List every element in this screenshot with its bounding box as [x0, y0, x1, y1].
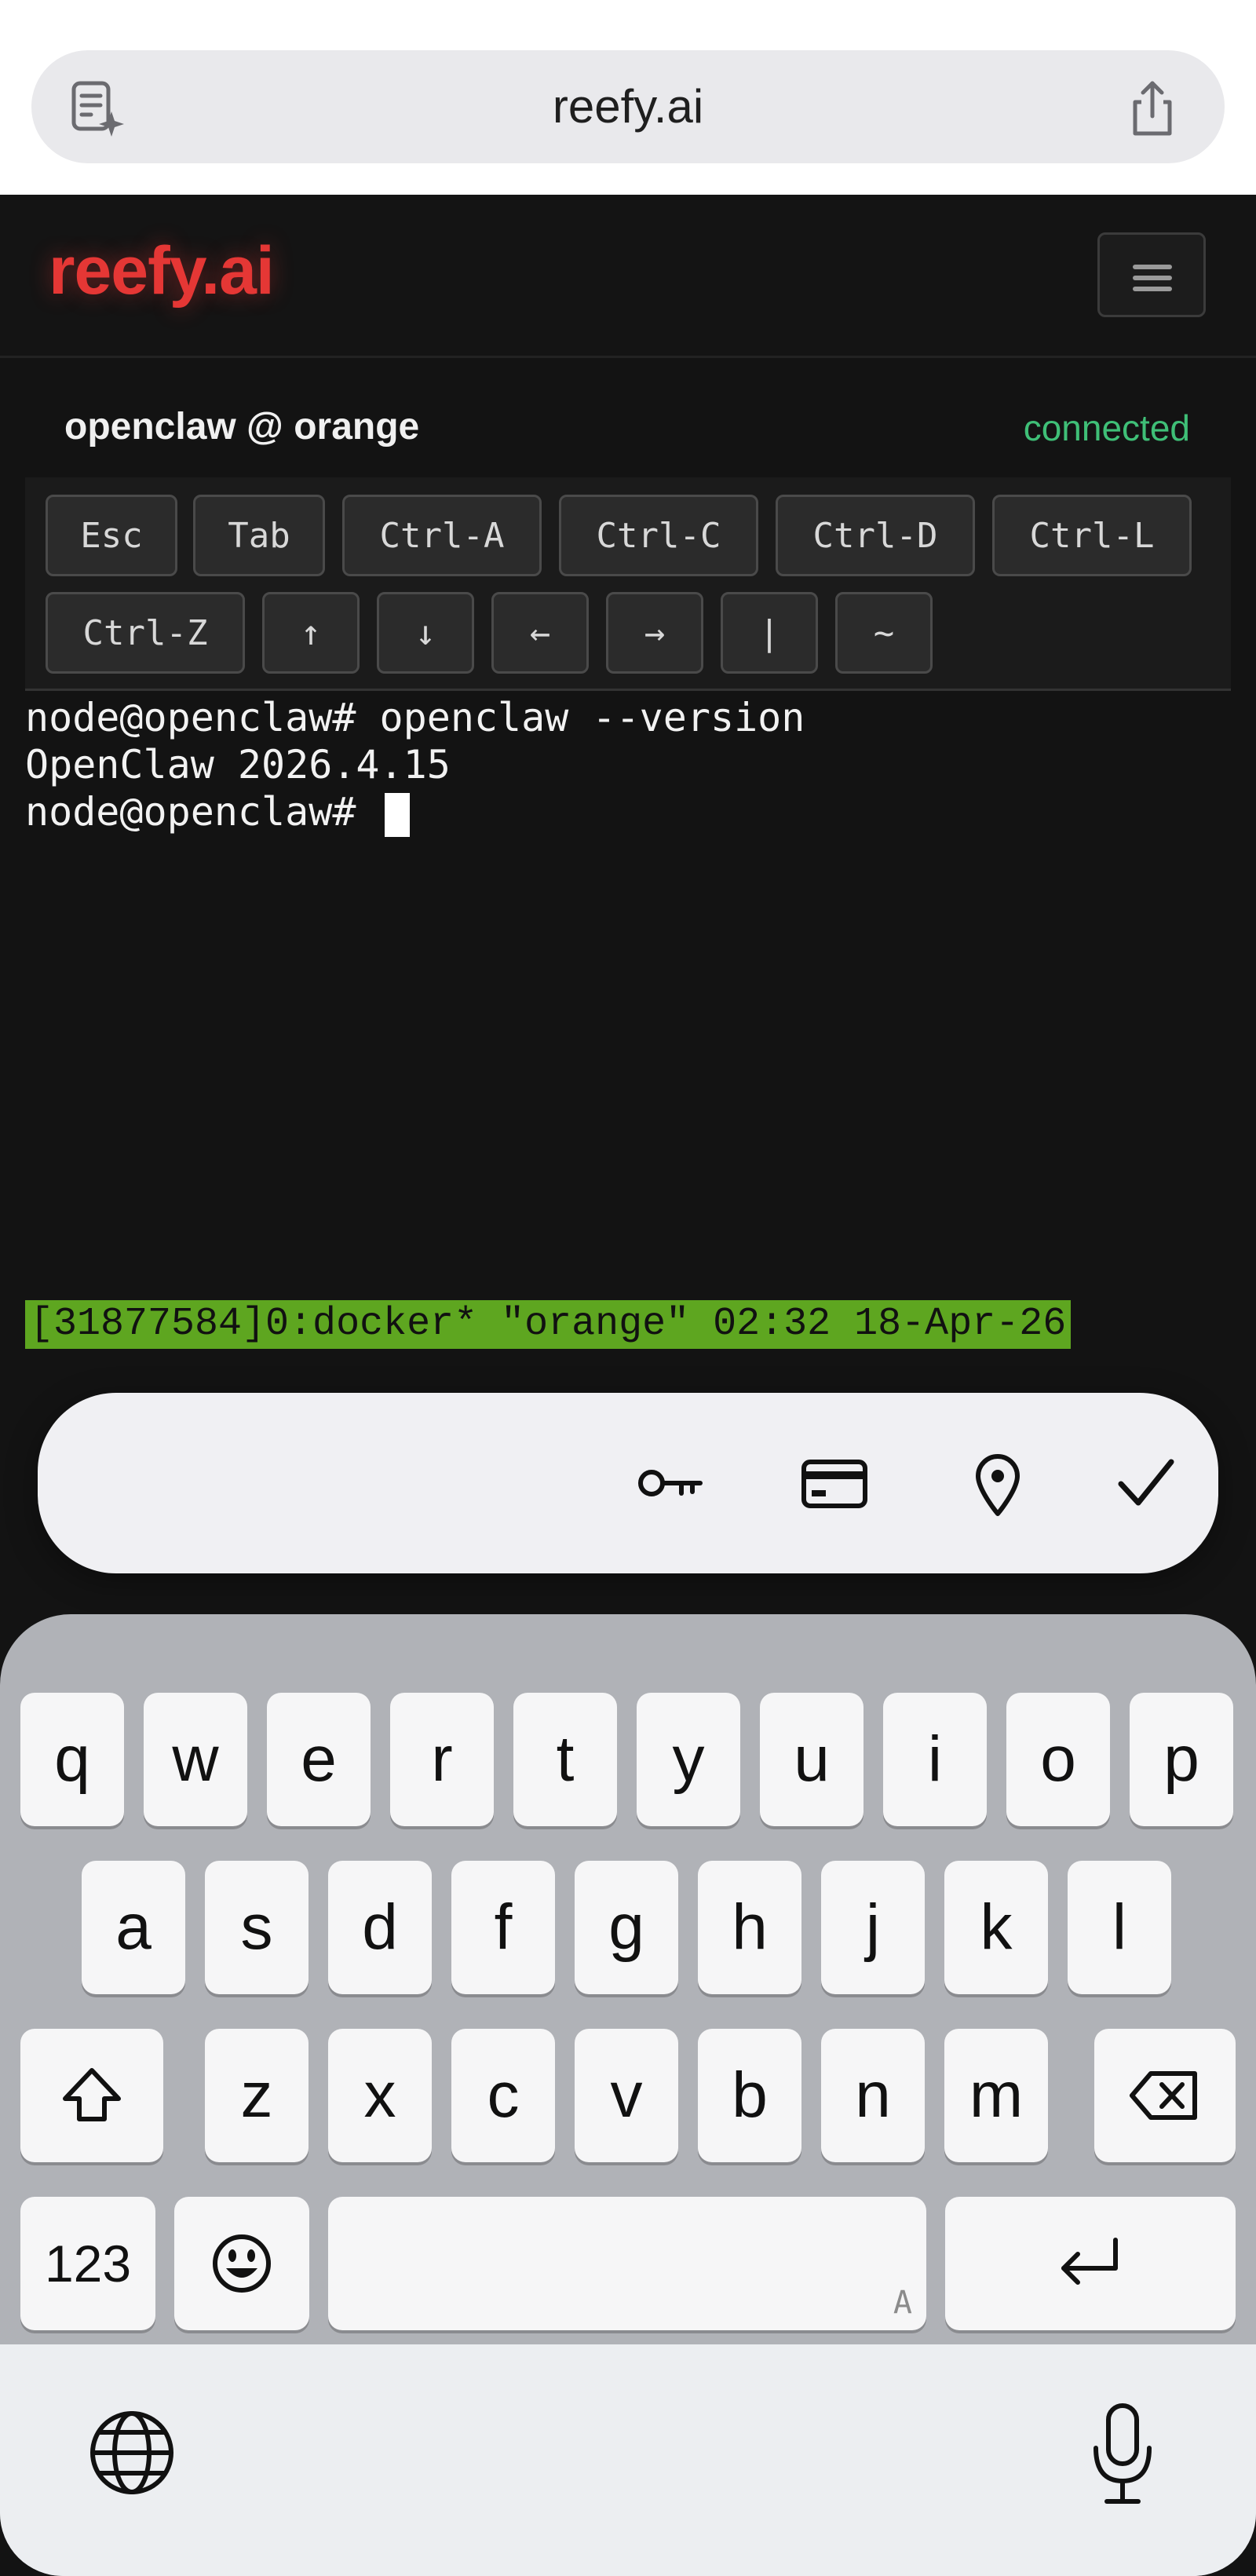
return-key[interactable] — [945, 2197, 1236, 2330]
ctrl-c-button[interactable]: Ctrl-C — [559, 495, 758, 576]
key-t[interactable]: t — [513, 1693, 617, 1826]
arrow-right-button[interactable]: → — [606, 592, 703, 674]
ctrl-l-button[interactable]: Ctrl-L — [992, 495, 1192, 576]
terminal-line: node@openclaw# openclaw --version — [25, 695, 805, 740]
key-p[interactable]: p — [1130, 1693, 1233, 1826]
special-keys-toolbar: Esc Tab Ctrl-A Ctrl-C Ctrl-D Ctrl-L Ctrl… — [25, 477, 1231, 691]
globe-icon[interactable] — [86, 2407, 177, 2498]
arrow-left-button[interactable]: ← — [491, 592, 589, 674]
microphone-icon[interactable] — [1083, 2399, 1162, 2509]
key-d[interactable]: d — [328, 1861, 432, 1994]
connection-status: connected — [1023, 407, 1190, 448]
key-r[interactable]: r — [390, 1693, 494, 1826]
backspace-icon — [1130, 2071, 1197, 2120]
terminal-output[interactable]: node@openclaw# openclaw --version OpenCl… — [25, 694, 1231, 837]
terminal-cursor — [384, 792, 410, 837]
delete-key[interactable] — [1094, 2029, 1236, 2162]
key-l[interactable]: l — [1068, 1861, 1171, 1994]
key-b[interactable]: b — [698, 2029, 801, 2162]
key-s[interactable]: s — [205, 1861, 309, 1994]
menu-button[interactable] — [1097, 232, 1206, 317]
key-z[interactable]: z — [205, 2029, 309, 2162]
autofill-bar — [38, 1393, 1218, 1573]
key-i[interactable]: i — [883, 1693, 987, 1826]
key-q[interactable]: q — [20, 1693, 124, 1826]
brand-logo[interactable]: reefy.ai — [49, 232, 275, 310]
key-f[interactable]: f — [451, 1861, 555, 1994]
session-title: openclaw @ orange — [64, 406, 420, 448]
key-icon[interactable] — [634, 1448, 705, 1518]
checkmark-icon[interactable] — [1110, 1448, 1181, 1518]
key-y[interactable]: y — [637, 1693, 740, 1826]
terminal-prompt: node@openclaw# — [25, 789, 380, 835]
hamburger-icon — [1133, 276, 1172, 280]
key-w[interactable]: w — [144, 1693, 247, 1826]
key-u[interactable]: u — [760, 1693, 864, 1826]
key-c[interactable]: c — [451, 2029, 555, 2162]
key-e[interactable]: e — [267, 1693, 371, 1826]
browser-toolbar: reefy.ai — [0, 0, 1256, 195]
key-h[interactable]: h — [698, 1861, 801, 1994]
key-n[interactable]: n — [821, 2029, 925, 2162]
ctrl-a-button[interactable]: Ctrl-A — [342, 495, 542, 576]
credit-card-icon[interactable] — [799, 1448, 870, 1518]
key-j[interactable]: j — [821, 1861, 925, 1994]
pipe-key-button[interactable]: | — [721, 592, 818, 674]
share-icon[interactable] — [1123, 79, 1182, 138]
arrow-down-button[interactable]: ↓ — [377, 592, 474, 674]
space-key-hint: A — [893, 2285, 912, 2321]
tab-key-button[interactable]: Tab — [193, 495, 325, 576]
site-header: reefy.ai — [0, 195, 1256, 358]
terminal-line: OpenClaw 2026.4.15 — [25, 742, 451, 787]
on-screen-keyboard: q w e r t y u i o p a s d f g h j k l z … — [0, 1614, 1256, 2576]
numbers-key[interactable]: 123 — [20, 2197, 155, 2330]
ctrl-z-button[interactable]: Ctrl-Z — [46, 592, 245, 674]
key-g[interactable]: g — [575, 1861, 678, 1994]
url-text[interactable]: reefy.ai — [31, 50, 1225, 163]
return-icon — [1061, 2238, 1118, 2285]
emoji-icon — [213, 2234, 271, 2293]
shift-key[interactable] — [20, 2029, 163, 2162]
space-key[interactable]: A — [328, 2197, 926, 2330]
hamburger-icon — [1133, 265, 1172, 269]
key-o[interactable]: o — [1006, 1693, 1110, 1826]
key-x[interactable]: x — [328, 2029, 432, 2162]
address-bar[interactable]: reefy.ai — [31, 50, 1225, 163]
tmux-status-bar: [31877584]0:docker* "orange" 02:32 18-Ap… — [25, 1300, 1072, 1349]
key-a[interactable]: a — [82, 1861, 185, 1994]
hamburger-icon — [1133, 287, 1172, 291]
esc-key-button[interactable]: Esc — [46, 495, 177, 576]
terminal-prompt-line: node@openclaw# — [25, 788, 1231, 837]
key-m[interactable]: m — [944, 2029, 1048, 2162]
key-k[interactable]: k — [944, 1861, 1048, 1994]
emoji-key[interactable] — [174, 2197, 309, 2330]
location-pin-icon[interactable] — [962, 1448, 1033, 1518]
arrow-up-button[interactable]: ↑ — [262, 592, 360, 674]
tilde-key-button[interactable]: ~ — [835, 592, 933, 674]
keyboard-bottom-bar — [0, 2344, 1256, 2576]
key-v[interactable]: v — [575, 2029, 678, 2162]
shift-icon — [63, 2068, 121, 2121]
ctrl-d-button[interactable]: Ctrl-D — [776, 495, 975, 576]
